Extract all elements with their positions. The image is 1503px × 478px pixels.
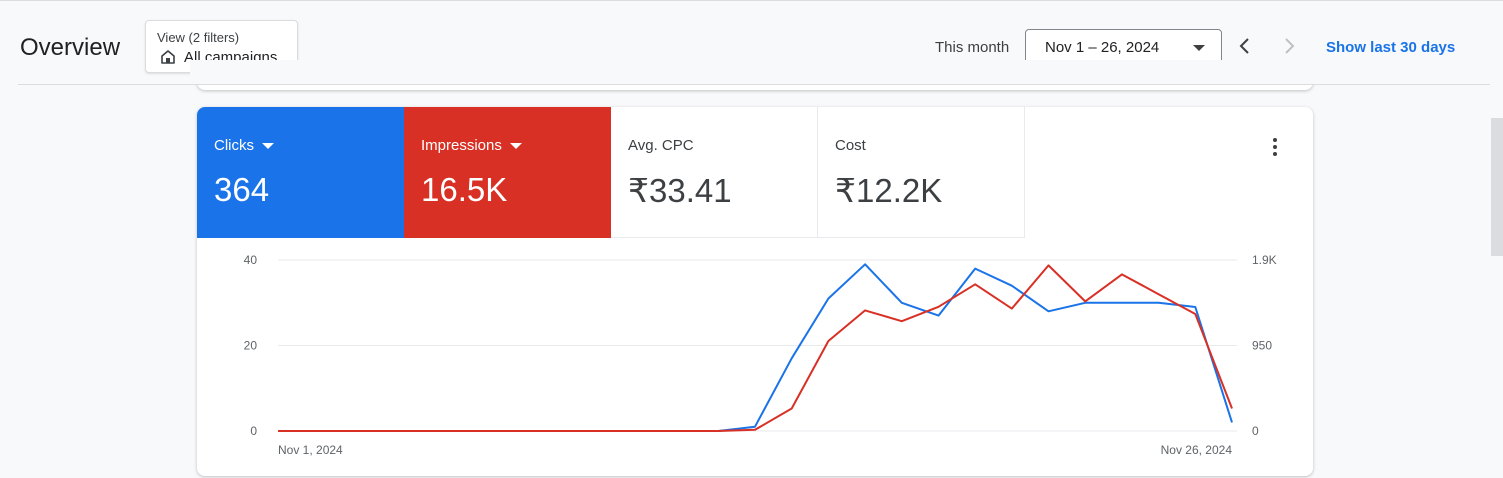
- scorecard-clicks[interactable]: Clicks 364: [197, 107, 404, 238]
- view-filter-label: View (2 filters): [157, 30, 240, 45]
- home-icon: [161, 50, 175, 64]
- y-right-tick-label: 950: [1252, 339, 1272, 353]
- show-last-30-days-link[interactable]: Show last 30 days: [1326, 39, 1455, 56]
- performance-card: Clicks 364 Impressions 16.5K Avg. CPC ₹3…: [197, 107, 1313, 476]
- scorecard-label: Avg. CPC: [628, 137, 694, 154]
- scorecard-impressions[interactable]: Impressions 16.5K: [404, 107, 611, 238]
- x-tick-label: Nov 26, 2024: [1161, 443, 1233, 457]
- header-divider: [18, 84, 1490, 85]
- scorecard-impressions-label-row: Impressions: [421, 137, 522, 154]
- y-right-tick-label: 0: [1252, 424, 1259, 438]
- period-label: This month: [935, 39, 1010, 56]
- scorecard-value: 16.5K: [421, 171, 508, 208]
- more-vert-icon[interactable]: [1263, 135, 1287, 159]
- y-left-tick-label: 0: [250, 424, 257, 438]
- scorecard-cost[interactable]: Cost ₹12.2K: [818, 107, 1025, 238]
- scorecard-label: Impressions: [421, 137, 502, 154]
- performance-line-chart: 0 0 20 950 40 1.9K Nov 1, 2024 Nov 26, 2024: [244, 253, 1277, 457]
- series-line-impressions: [278, 264, 1233, 432]
- caret-down-icon: [509, 143, 522, 150]
- series-line-clicks: [278, 263, 1233, 432]
- page-title: Overview: [20, 34, 121, 61]
- scorecard-value: ₹33.41: [628, 172, 732, 209]
- y-right-tick-label: 1.9K: [1252, 253, 1277, 267]
- x-tick-label: Nov 1, 2024: [278, 443, 343, 457]
- y-left-tick-label: 40: [244, 253, 258, 267]
- scorecard-label: Clicks: [214, 137, 254, 154]
- scorecard-value: ₹12.2K: [835, 172, 943, 209]
- scorecard-avg-cpc[interactable]: Avg. CPC ₹33.41: [611, 107, 818, 238]
- header-background: [190, 60, 1320, 84]
- chevron-down-icon: [1193, 45, 1205, 51]
- date-range-value: Nov 1 – 26, 2024: [1045, 39, 1160, 56]
- scorecard-label: Cost: [835, 137, 866, 154]
- chevron-right-icon[interactable]: [1277, 34, 1301, 58]
- scorecard-value: 364: [214, 171, 270, 208]
- scrollbar-thumb[interactable]: [1491, 118, 1503, 256]
- scorecard-clicks-label-row: Clicks: [214, 137, 274, 154]
- y-left-tick-label: 20: [244, 339, 258, 353]
- chevron-left-icon[interactable]: [1233, 34, 1257, 58]
- caret-down-icon: [262, 143, 274, 150]
